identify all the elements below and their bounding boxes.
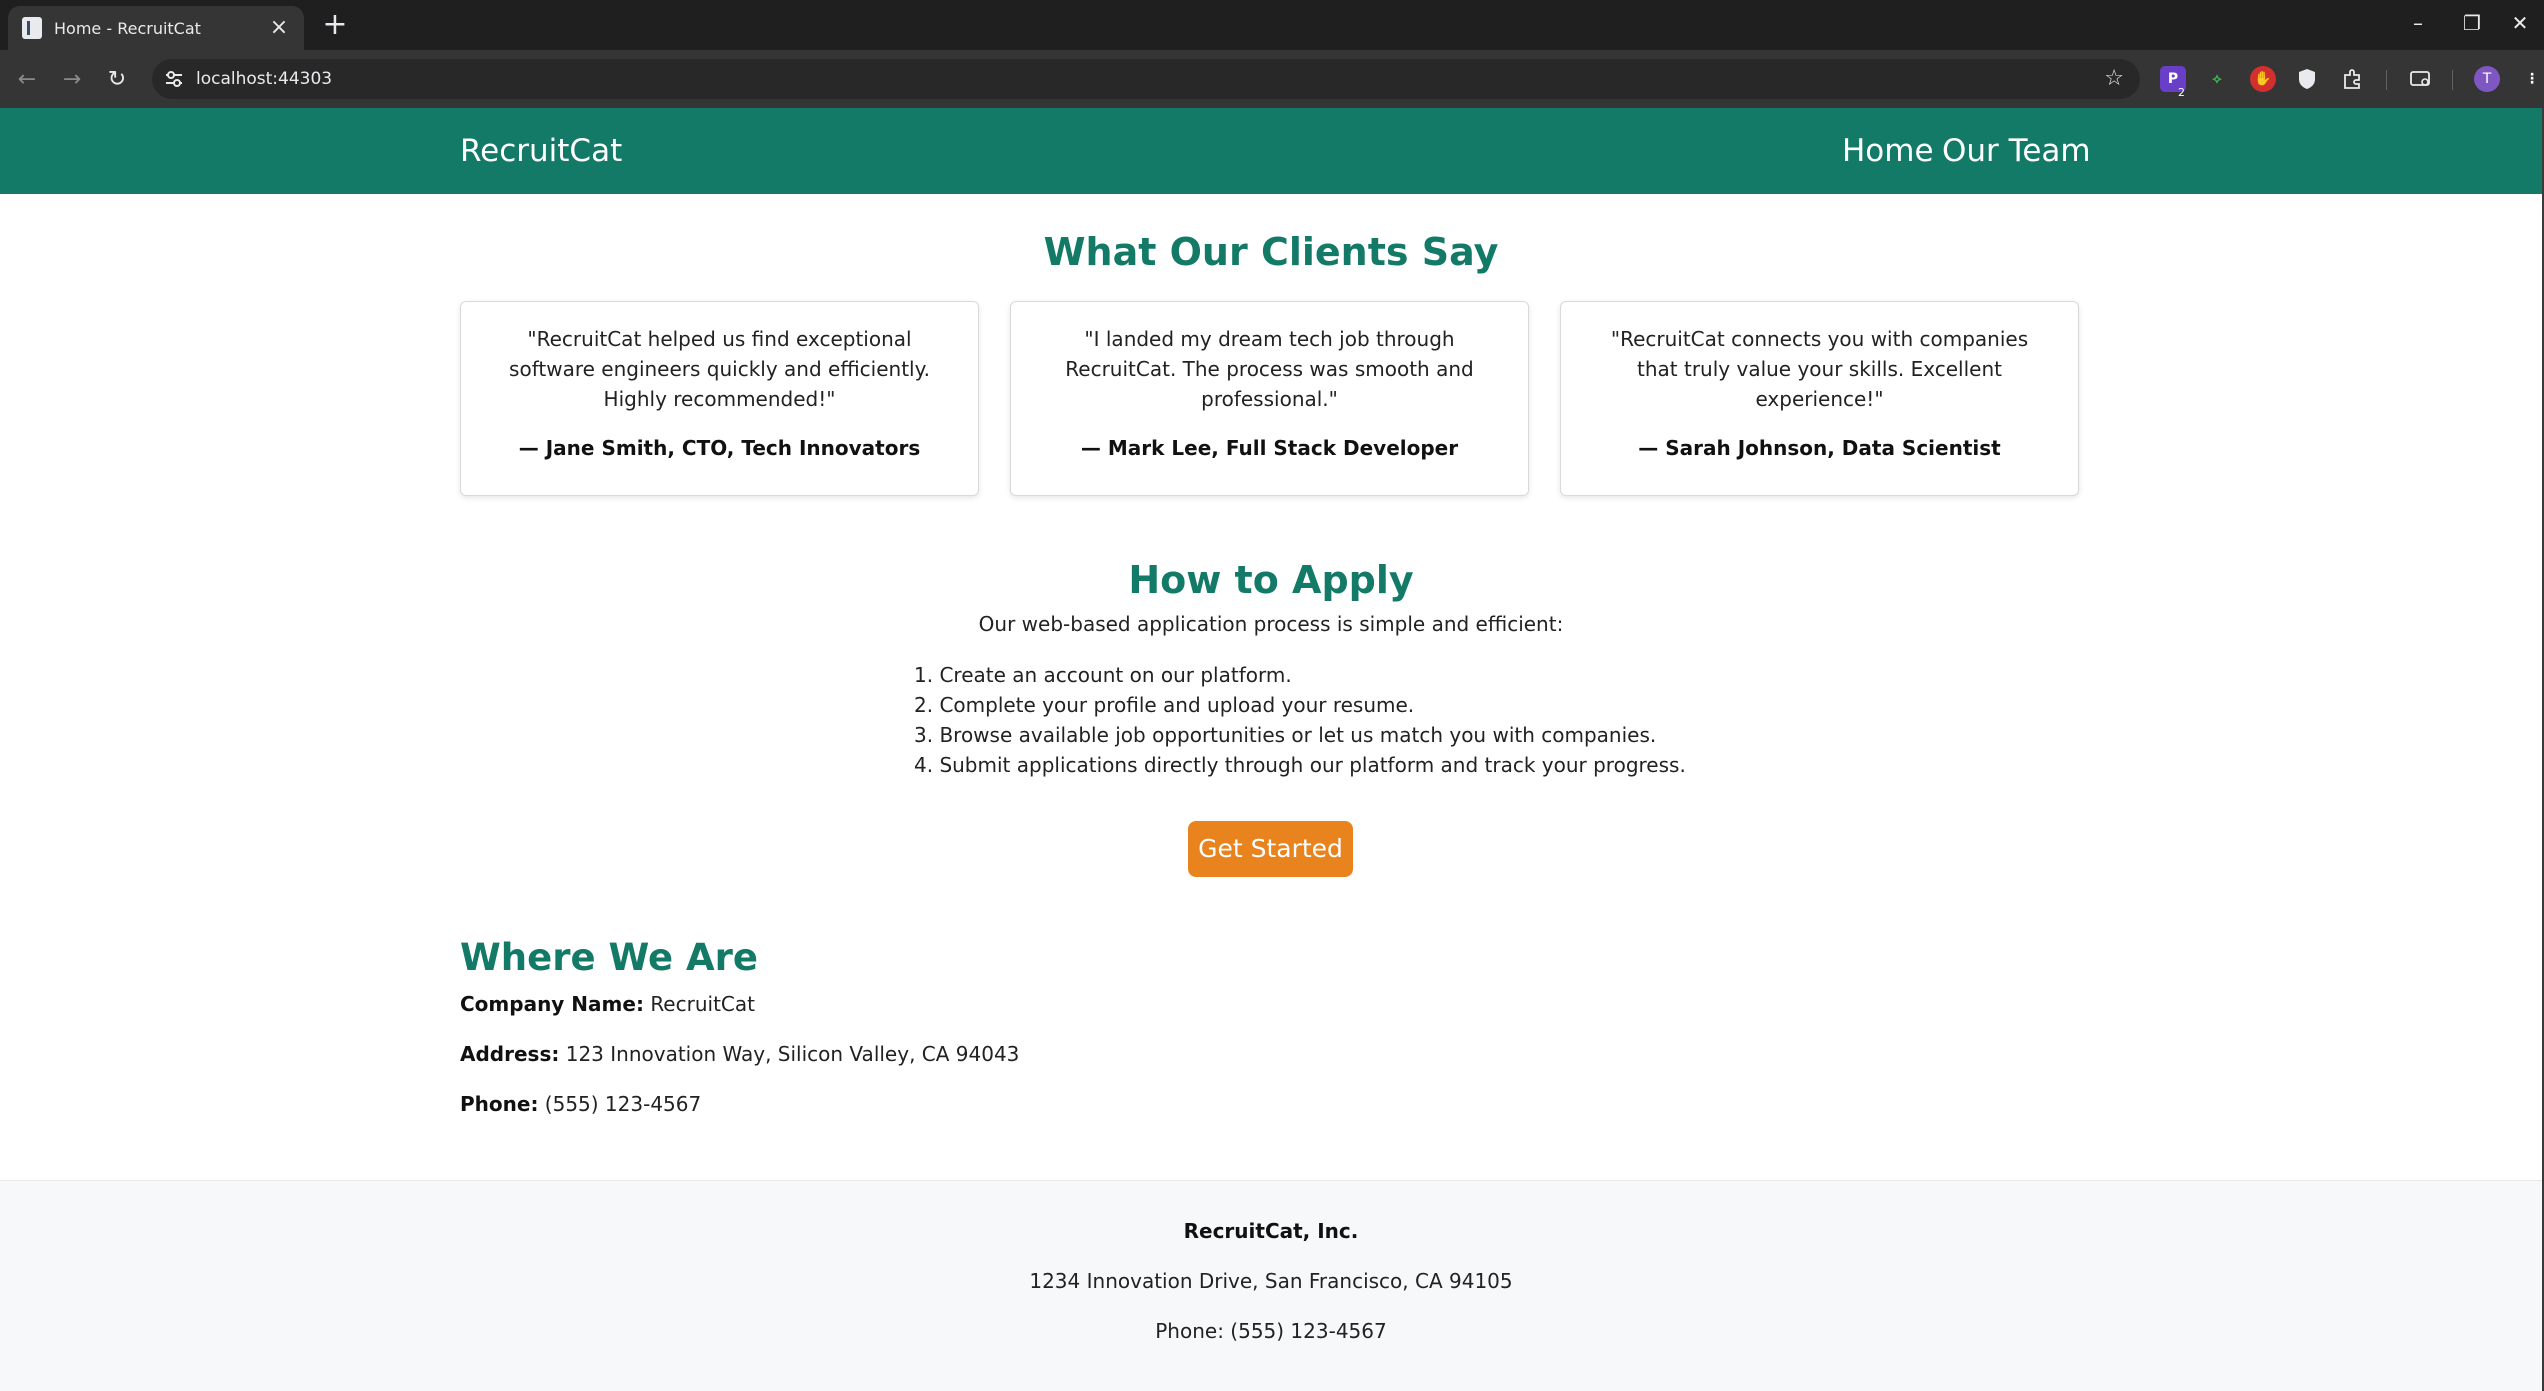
tab-title: Home - RecruitCat [54, 18, 201, 38]
toolbar-divider [2452, 70, 2453, 90]
media-cast-icon[interactable] [2408, 66, 2434, 92]
company-name-label: Company Name: [460, 992, 644, 1016]
minimize-icon[interactable]: – [2398, 8, 2438, 38]
apply-step: 4. Submit applications directly through … [914, 753, 1686, 777]
testimonials-title: What Our Clients Say [1043, 230, 1499, 274]
phone-value: (555) 123-4567 [544, 1092, 702, 1116]
address-value: 123 Innovation Way, Silicon Valley, CA 9… [565, 1042, 1020, 1066]
footer-company-name: RecruitCat, Inc. [1183, 1219, 1359, 1243]
extension-hand-icon[interactable]: ✋ [2250, 66, 2276, 92]
profile-avatar[interactable]: T [2474, 66, 2500, 92]
footer-address: 1234 Innovation Drive, San Francisco, CA… [1029, 1269, 1513, 1293]
brand-link[interactable]: RecruitCat [460, 108, 622, 194]
apply-step: 2. Complete your profile and upload your… [914, 693, 1415, 717]
testimonial-quote: "RecruitCat helped us find exceptional s… [509, 327, 930, 411]
company-name-line: Company Name: RecruitCat [460, 992, 755, 1016]
get-started-button[interactable]: Get Started [1188, 821, 1353, 877]
new-tab-icon[interactable]: + [318, 8, 352, 42]
extensions-puzzle-icon[interactable] [2340, 66, 2366, 92]
browser-tabstrip: Home - RecruitCat × + – ❐ ✕ [0, 0, 2544, 50]
company-name-value: RecruitCat [650, 992, 755, 1016]
site-info-icon[interactable] [164, 69, 184, 89]
back-icon[interactable]: ← [10, 62, 44, 96]
testimonial-card: "RecruitCat helped us find exceptional s… [460, 301, 979, 496]
testimonial-card: "I landed my dream tech job through Recr… [1010, 301, 1529, 496]
extension-shield-icon[interactable] [2294, 66, 2320, 92]
forward-icon[interactable]: → [55, 62, 89, 96]
page-favicon-icon [22, 17, 42, 39]
footer-phone: Phone: (555) 123-4567 [1155, 1319, 1387, 1343]
apply-steps-list: 1. Create an account on our platform. 2.… [914, 660, 1686, 780]
extension-sprout-icon[interactable]: ⟡ [2204, 66, 2230, 92]
bookmark-star-icon[interactable]: ☆ [2104, 59, 2124, 99]
browser-tab[interactable]: Home - RecruitCat × [8, 6, 304, 50]
address-label: Address: [460, 1042, 560, 1066]
close-window-icon[interactable]: ✕ [2500, 8, 2540, 38]
toolbar-divider [2386, 70, 2387, 90]
testimonial-author: — Sarah Johnson, Data Scientist [1638, 436, 2001, 460]
testimonial-author: — Mark Lee, Full Stack Developer [1080, 436, 1459, 460]
reload-icon[interactable]: ↻ [100, 62, 134, 96]
address-bar[interactable]: localhost:44303 ☆ [152, 59, 2140, 99]
nav-home-link[interactable]: Home [1842, 108, 1934, 194]
url-text: localhost:44303 [196, 69, 333, 89]
restore-icon[interactable]: ❐ [2452, 8, 2492, 38]
address-line: Address: 123 Innovation Way, Silicon Val… [460, 1042, 1019, 1066]
how-to-apply-title: How to Apply [1128, 558, 1414, 602]
testimonial-quote: "I landed my dream tech job through Recr… [1065, 327, 1474, 411]
testimonial-author: — Jane Smith, CTO, Tech Innovators [518, 436, 921, 460]
site-navbar: RecruitCat Home Our Team [0, 108, 2542, 194]
browser-menu-icon[interactable]: ⋮ [2524, 66, 2540, 92]
browser-toolbar: ← → ↻ localhost:44303 ☆ P 2 ⟡ ✋ ⋮ [0, 50, 2544, 108]
testimonial-card: "RecruitCat connects you with companies … [1560, 301, 2079, 496]
phone-label: Phone: [460, 1092, 539, 1116]
extension-badge: 2 [2178, 86, 2185, 99]
phone-line: Phone: (555) 123-4567 [460, 1092, 701, 1116]
apply-intro-text: Our web-based application process is sim… [978, 612, 1564, 636]
apply-step: 3. Browse available job opportunities or… [914, 723, 1657, 747]
apply-step: 1. Create an account on our platform. [914, 663, 1292, 687]
where-we-are-title: Where We Are [460, 936, 758, 979]
site-footer: RecruitCat, Inc. 1234 Innovation Drive, … [0, 1180, 2542, 1391]
nav-our-team-link[interactable]: Our Team [1942, 108, 2091, 194]
testimonial-quote: "RecruitCat connects you with companies … [1610, 327, 2029, 411]
page-viewport: RecruitCat Home Our Team What Our Client… [0, 108, 2542, 1391]
close-tab-icon[interactable]: × [268, 17, 290, 39]
